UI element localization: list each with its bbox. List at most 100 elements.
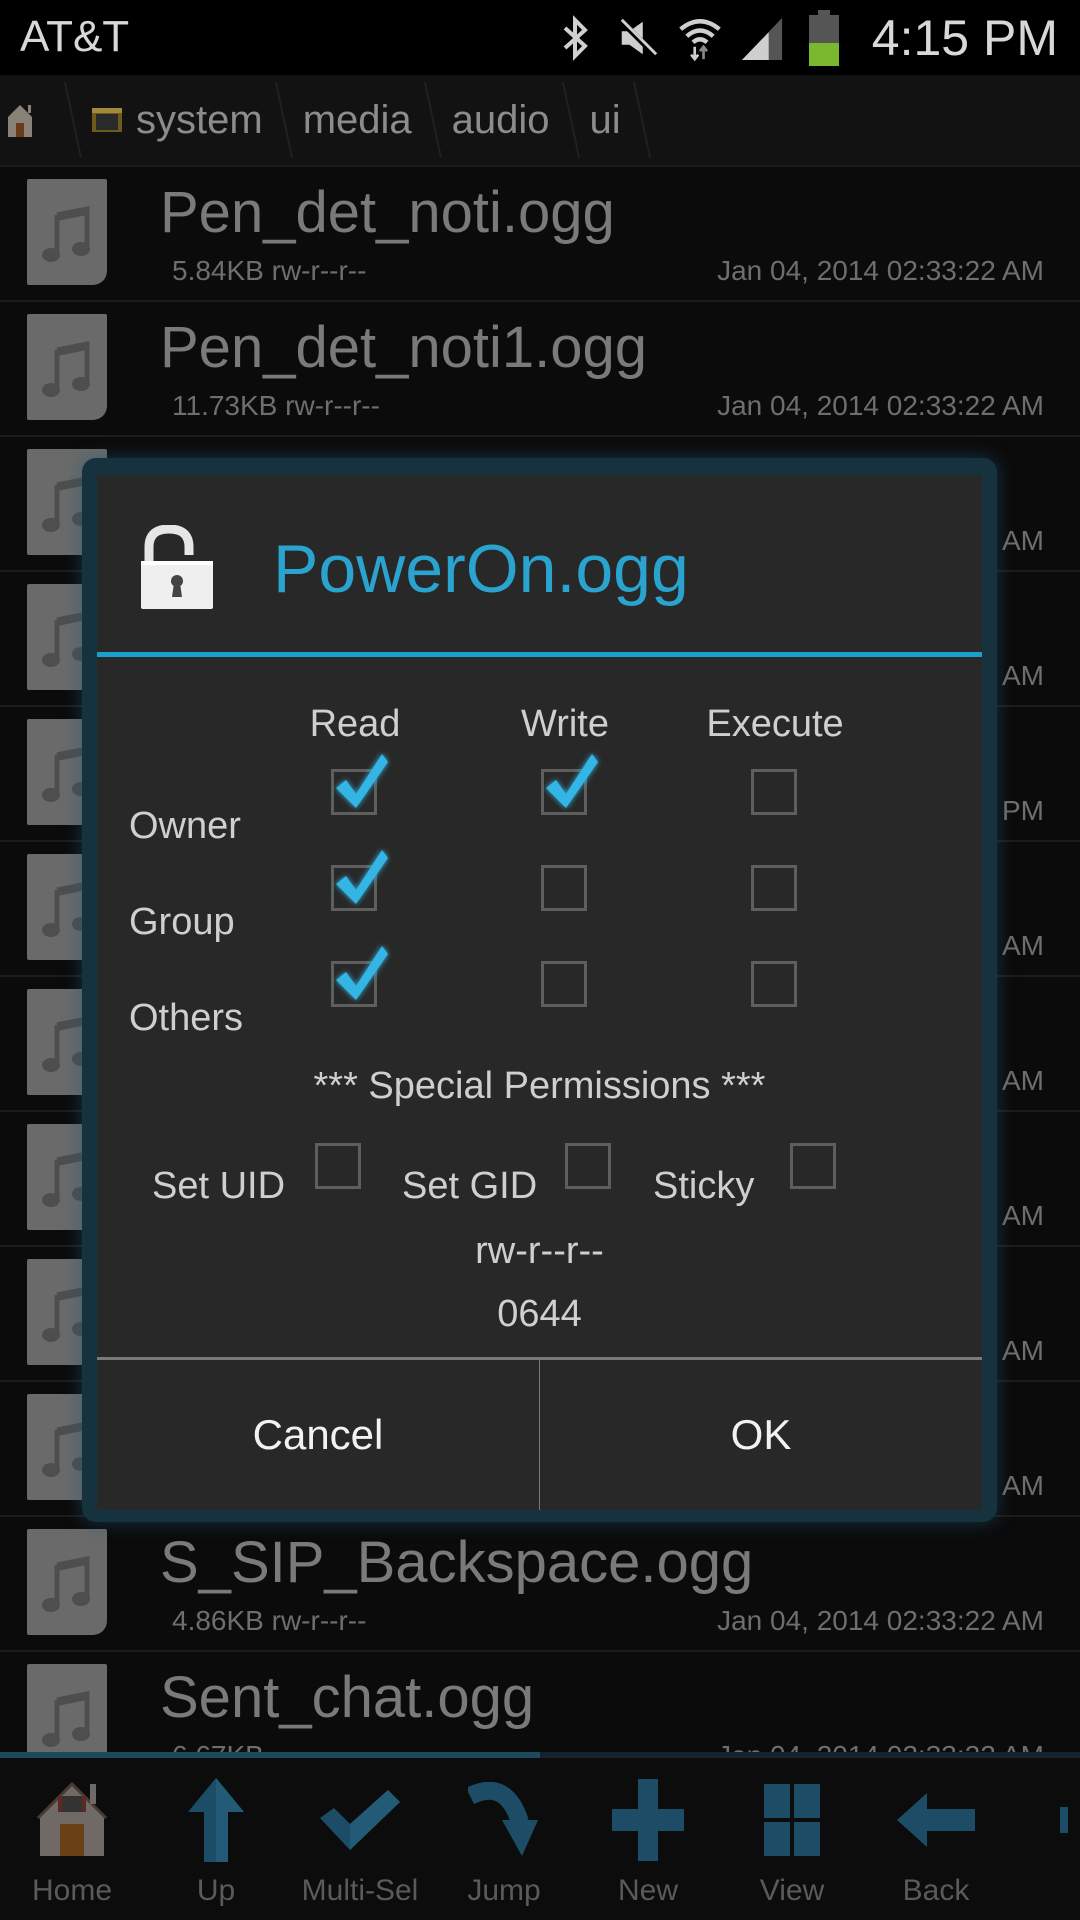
file-date: AM xyxy=(1002,1200,1044,1231)
toolbar-label: Home xyxy=(31,1874,113,1907)
toolbar-label: Up xyxy=(196,1874,236,1907)
breadcrumb-ui[interactable]: ui xyxy=(568,74,639,166)
wifi-icon xyxy=(678,12,722,64)
signal-icon xyxy=(740,12,784,64)
group-write-checkbox[interactable] xyxy=(541,865,587,911)
audio-file-icon xyxy=(27,314,107,420)
unlocked-padlock-icon xyxy=(139,524,215,616)
dialog-title-divider xyxy=(97,652,982,657)
home-icon xyxy=(6,103,34,137)
breadcrumb-home[interactable] xyxy=(0,74,70,166)
others-write-checkbox[interactable] xyxy=(541,961,587,1007)
special-permissions-header: *** Special Permissions *** xyxy=(313,1065,766,1107)
file-date: AM xyxy=(1002,1470,1044,1501)
breadcrumb-system[interactable]: system xyxy=(70,74,281,166)
breadcrumb-media[interactable]: media xyxy=(281,74,430,166)
file-date: Jan 04, 2014 02:33:22 AM xyxy=(717,390,1044,421)
dialog-header: PowerOn.ogg xyxy=(97,475,982,657)
bluetooth-icon xyxy=(554,12,598,64)
file-row[interactable]: Sent_chat.ogg 6.67KB Jan 04, 2014 02:33:… xyxy=(0,1652,1080,1752)
permission-octal: 0644 xyxy=(497,1293,582,1335)
file-date: PM xyxy=(1002,795,1044,826)
dialog-title: PowerOn.ogg xyxy=(273,531,689,607)
file-date: AM xyxy=(1002,930,1044,961)
status-bar: AT&T 4:15 PM xyxy=(0,0,1080,75)
breadcrumb: system media audio ui xyxy=(0,75,1080,167)
column-header-read: Read xyxy=(309,703,401,745)
home-icon xyxy=(12,1770,132,1870)
setuid-label: Set UID xyxy=(152,1165,286,1207)
toolbar-label: View xyxy=(759,1874,825,1907)
breadcrumb-label: media xyxy=(302,97,412,142)
file-name: Sent_chat.ogg xyxy=(160,1665,535,1730)
audio-file-icon xyxy=(27,179,107,285)
row-label-group: Group xyxy=(129,901,235,943)
file-row[interactable]: Pen_det_noti1.ogg 11.73KB rw-r--r-- Jan … xyxy=(0,302,1080,437)
grid-view-icon xyxy=(732,1770,852,1870)
file-date: Jan 04, 2014 02:33:22 AM xyxy=(717,1605,1044,1636)
up-arrow-icon xyxy=(156,1770,276,1870)
sticky-checkbox[interactable] xyxy=(790,1143,836,1189)
audio-file-icon xyxy=(27,1529,107,1635)
file-date: Jan 04, 2014 02:33:22 AM xyxy=(717,255,1044,286)
row-label-others: Others xyxy=(129,997,244,1039)
breadcrumb-audio[interactable]: audio xyxy=(430,74,568,166)
toolbar-label: Jump xyxy=(467,1874,541,1907)
file-size-permissions: 6.67KB xyxy=(172,1740,264,1752)
file-date: Jan 04, 2014 02:33:22 AM xyxy=(717,1740,1044,1752)
toolbar-multisel-button[interactable]: Multi-Sel xyxy=(288,1758,432,1920)
owner-read-checkbox[interactable] xyxy=(331,754,388,815)
toolbar-label: Back xyxy=(902,1874,970,1907)
breadcrumb-label: audio xyxy=(451,97,550,142)
ok-button[interactable]: OK xyxy=(539,1360,982,1510)
partial-toolbar-icon xyxy=(1008,1770,1068,1870)
toolbar-label: New xyxy=(617,1874,678,1907)
file-name: Pen_det_noti1.ogg xyxy=(160,315,647,380)
cancel-button[interactable]: Cancel xyxy=(97,1360,539,1510)
plus-icon xyxy=(588,1770,708,1870)
checkmark-icon xyxy=(300,1770,420,1870)
setuid-checkbox[interactable] xyxy=(315,1143,361,1189)
owner-execute-checkbox[interactable] xyxy=(751,769,797,815)
breadcrumb-label: system xyxy=(136,97,263,142)
toolbar-new-button[interactable]: New xyxy=(576,1758,720,1920)
others-read-checkbox[interactable] xyxy=(331,946,388,1007)
sticky-label: Sticky xyxy=(653,1165,755,1207)
owner-write-checkbox[interactable] xyxy=(541,754,598,815)
setgid-checkbox[interactable] xyxy=(565,1143,611,1189)
file-date: AM xyxy=(1002,660,1044,691)
toolbar-up-button[interactable]: Up xyxy=(144,1758,288,1920)
group-execute-checkbox[interactable] xyxy=(751,865,797,911)
breadcrumb-label: ui xyxy=(589,97,621,142)
permission-string: rw-r--r-- xyxy=(475,1230,604,1272)
toolbar-view-button[interactable]: View xyxy=(720,1758,864,1920)
file-size-permissions: 11.73KB rw-r--r-- xyxy=(172,390,380,421)
group-read-checkbox[interactable] xyxy=(331,850,388,911)
toolbar-back-button[interactable]: Back xyxy=(864,1758,1008,1920)
clock: 4:15 PM xyxy=(871,10,1058,66)
toolbar-more-button[interactable] xyxy=(1008,1758,1068,1920)
carrier-label: AT&T xyxy=(20,12,130,61)
file-row[interactable]: S_SIP_Backspace.ogg 4.86KB rw-r--r-- Jan… xyxy=(0,1517,1080,1652)
setgid-label: Set GID xyxy=(402,1165,538,1207)
file-row[interactable]: Pen_det_noti.ogg 5.84KB rw-r--r-- Jan 04… xyxy=(0,167,1080,302)
others-execute-checkbox[interactable] xyxy=(751,961,797,1007)
jump-arrow-icon xyxy=(444,1770,564,1870)
file-date: AM xyxy=(1002,1335,1044,1366)
row-label-owner: Owner xyxy=(129,805,241,847)
battery-icon xyxy=(802,10,846,66)
audio-file-icon xyxy=(27,1664,107,1752)
status-icons: 4:15 PM xyxy=(554,6,1058,70)
file-date: AM xyxy=(1002,1065,1044,1096)
file-date: AM xyxy=(1002,525,1044,556)
back-arrow-icon xyxy=(876,1770,996,1870)
mute-icon xyxy=(616,12,660,64)
toolbar-home-button[interactable]: Home xyxy=(0,1758,144,1920)
bottom-toolbar: Home Up Multi-Sel Jump New View Back xyxy=(0,1752,1080,1920)
toolbar-jump-button[interactable]: Jump xyxy=(432,1758,576,1920)
file-name: Pen_det_noti.ogg xyxy=(160,180,615,245)
file-name: S_SIP_Backspace.ogg xyxy=(160,1530,754,1595)
dialog-button-bar: Cancel OK xyxy=(97,1357,982,1510)
file-size-permissions: 5.84KB rw-r--r-- xyxy=(172,255,367,286)
column-header-write: Write xyxy=(521,703,609,745)
